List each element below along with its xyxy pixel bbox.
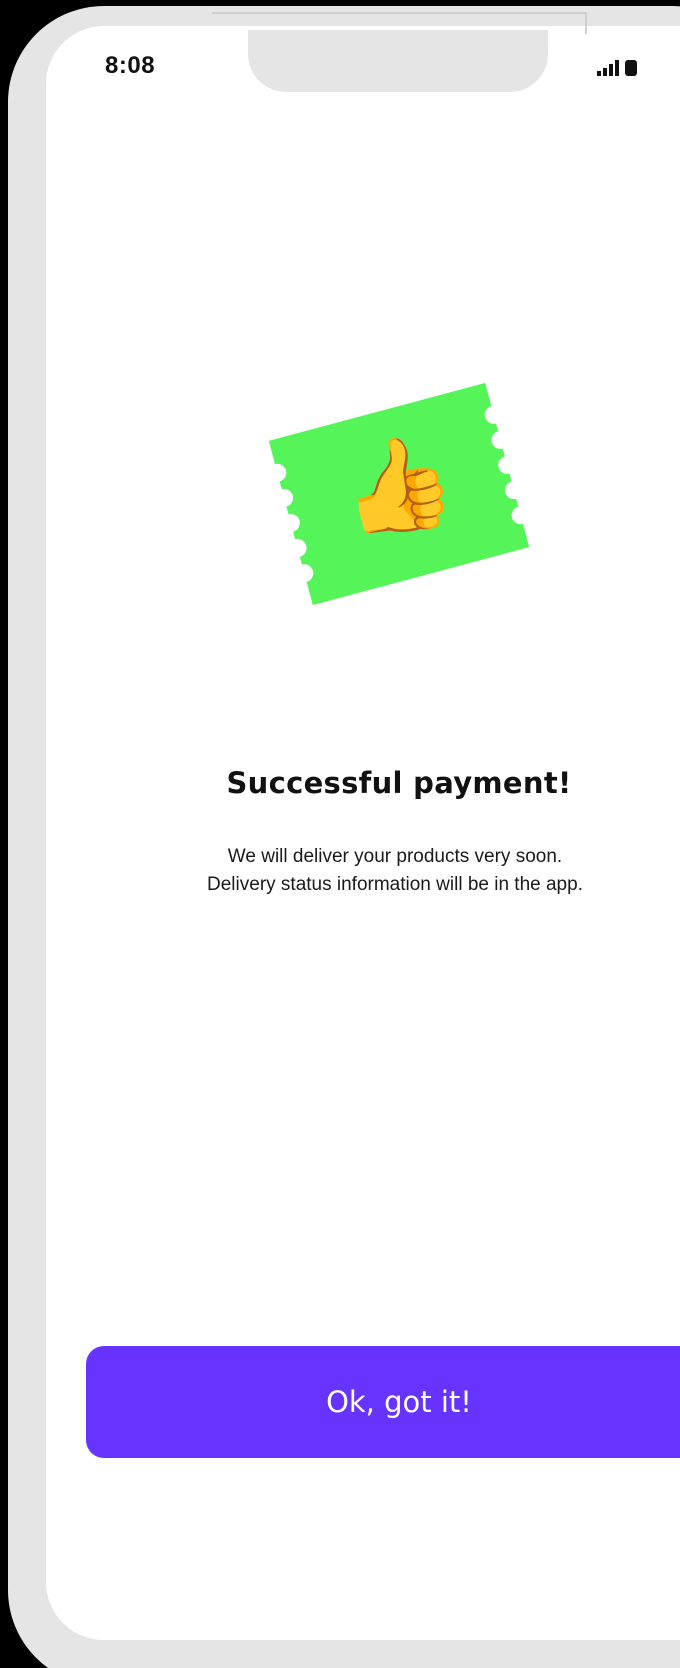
app-screen: 8:08 👍 Successful payment! We will deliv…	[0, 0, 680, 1668]
success-title: Successful payment!	[226, 766, 572, 800]
thumbs-up-icon: 👍	[331, 422, 463, 549]
signal-icon	[597, 60, 637, 76]
ok-button-label: Ok, got it!	[326, 1385, 472, 1419]
success-message-line-1: We will deliver your products very soon.	[227, 846, 563, 867]
phone-notch	[248, 30, 548, 92]
success-message-line-2: Delivery status information will be in t…	[207, 874, 583, 895]
status-time: 8:08	[105, 52, 156, 79]
ok-got-it-button[interactable]: Ok, got it!	[86, 1346, 680, 1458]
